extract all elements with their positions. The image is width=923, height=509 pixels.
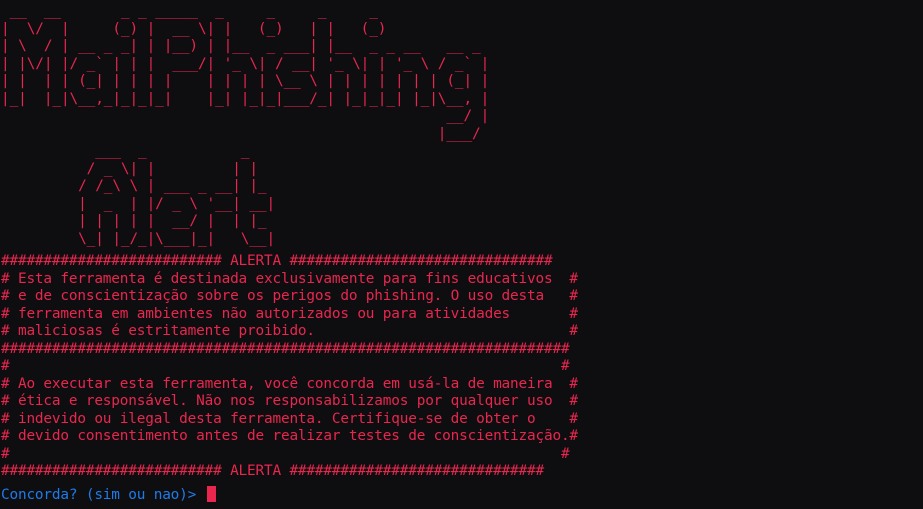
warning-line: # devido consentimento antes de realizar… (1, 428, 578, 444)
text-cursor[interactable] (206, 486, 216, 502)
warning-line: # Ao executar esta ferramenta, você conc… (1, 375, 578, 392)
warning-line: # Esta ferramenta é destinada exclusivam… (1, 270, 578, 287)
warning-line: # maliciosas é estritamente proibido. # (1, 323, 578, 339)
warning-line: # ética e responsável. Não nos responsab… (1, 393, 578, 409)
warning-line: ########################################… (1, 340, 570, 357)
warning-line: # ferramenta em ambientes não autorizado… (1, 305, 578, 322)
warning-block: ########################## ALERTA ######… (1, 253, 578, 481)
warning-line: # # (1, 445, 570, 462)
warning-line: # # (1, 358, 570, 374)
terminal-window[interactable]: __ __ _ _ _____ _ _ _ _ | \/ | (_) | __ … (0, 0, 923, 509)
ascii-banner: __ __ _ _ _____ _ _ _ _ | \/ | (_) | __ … (1, 3, 490, 247)
prompt-line[interactable]: Concorda? (sim ou nao)> (1, 486, 216, 505)
warning-line: # indevido ou ilegal desta ferramenta. C… (1, 410, 578, 427)
warning-line: ########################## ALERTA ######… (1, 463, 544, 479)
warning-line: # e de conscientização sobre os perigos … (1, 288, 578, 304)
warning-line: ########################## ALERTA ######… (1, 253, 553, 269)
prompt-text: Concorda? (sim ou nao)> (1, 487, 205, 503)
